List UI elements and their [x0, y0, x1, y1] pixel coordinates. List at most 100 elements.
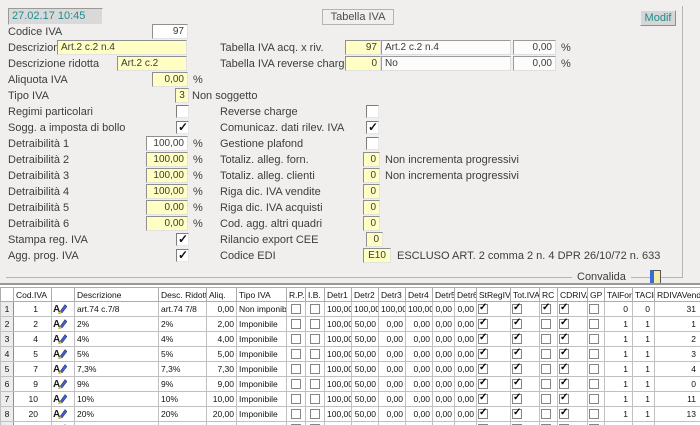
cell-talforn[interactable]: 1 — [605, 362, 633, 377]
cell-tot[interactable] — [511, 362, 540, 377]
cell-d2[interactable]: 0,00 — [379, 362, 406, 377]
tabella-rc-code-field[interactable]: 0 — [345, 56, 381, 71]
checkbox-streg[interactable] — [478, 334, 488, 344]
cell-tacli[interactable]: 1 — [633, 362, 655, 377]
cell-gp[interactable] — [588, 377, 605, 392]
comunicaz-dati-checkbox[interactable] — [366, 121, 379, 134]
checkbox-rc[interactable] — [541, 304, 551, 314]
cell-tipo[interactable]: Imponibile — [237, 362, 287, 377]
checkbox-tot[interactable] — [512, 394, 522, 404]
cell-d2[interactable]: 0,00 — [379, 347, 406, 362]
checkbox-rp[interactable] — [291, 319, 301, 329]
cell-streg[interactable] — [477, 347, 511, 362]
cell-d4[interactable] — [433, 422, 455, 425]
cell-cod[interactable]: 7 — [14, 362, 52, 377]
cell-rp[interactable] — [287, 317, 306, 332]
cell-gp[interactable] — [588, 362, 605, 377]
detraibilita-1-field[interactable]: 100,00 — [146, 136, 188, 151]
checkbox-streg[interactable] — [478, 394, 488, 404]
checkbox-rp[interactable] — [291, 379, 301, 389]
cell-rid[interactable]: 9% — [159, 377, 207, 392]
cell-tacli[interactable]: 1 — [633, 377, 655, 392]
cell-aliq[interactable]: 4,00 — [207, 332, 237, 347]
cell-rdivavend[interactable]: 1 — [655, 317, 700, 332]
cell-d2[interactable]: 0,00 — [379, 317, 406, 332]
checkbox-tot[interactable] — [512, 409, 522, 419]
stampa-reg-iva-checkbox[interactable] — [176, 233, 189, 246]
checkbox-ib[interactable] — [310, 304, 320, 314]
cell-d1[interactable]: 50,00 — [352, 332, 379, 347]
cell-ib[interactable] — [306, 377, 325, 392]
cell-cod[interactable]: 10 — [14, 392, 52, 407]
checkbox-tot[interactable] — [512, 379, 522, 389]
cell-desc[interactable]: 7,3% — [75, 362, 159, 377]
cell-tipo[interactable] — [237, 422, 287, 425]
cell-d5[interactable]: 0,00 — [455, 302, 477, 317]
checkbox-streg[interactable] — [478, 379, 488, 389]
checkbox-streg[interactable] — [478, 304, 488, 314]
cell-d0[interactable] — [325, 422, 352, 425]
checkbox-rc[interactable] — [541, 394, 551, 404]
cell-talforn[interactable]: 1 — [605, 317, 633, 332]
cell-d1[interactable]: 100,00 — [352, 302, 379, 317]
cell-cdriva[interactable] — [558, 347, 588, 362]
cell-ib[interactable] — [306, 362, 325, 377]
cell-desc[interactable] — [75, 422, 159, 425]
cell-rc[interactable] — [540, 407, 558, 422]
checkbox-cdriva[interactable] — [559, 319, 569, 329]
checkbox-gp[interactable] — [589, 334, 599, 344]
cell-rp[interactable] — [287, 347, 306, 362]
cell-d3[interactable]: 0,00 — [406, 392, 433, 407]
totaliz-clienti-field[interactable]: 0 — [363, 168, 380, 183]
cod-agg-quadri-field[interactable]: 0 — [363, 216, 380, 231]
cell-rp[interactable] — [287, 407, 306, 422]
cell-d0[interactable]: 100,00 — [325, 377, 352, 392]
checkbox-ib[interactable] — [310, 334, 320, 344]
cell-cod[interactable] — [14, 422, 52, 425]
cell-d1[interactable]: 50,00 — [352, 392, 379, 407]
cell-rdivavend[interactable] — [655, 422, 700, 425]
cell-aliq[interactable]: 20,00 — [207, 407, 237, 422]
cell-d4[interactable]: 0,00 — [433, 362, 455, 377]
edit-row-icon[interactable]: A — [52, 392, 75, 407]
cell-streg[interactable] — [477, 422, 511, 425]
cell-rp[interactable] — [287, 422, 306, 425]
checkbox-gp[interactable] — [589, 379, 599, 389]
checkbox-rc[interactable] — [541, 364, 551, 374]
cell-cod[interactable]: 1 — [14, 302, 52, 317]
checkbox-gp[interactable] — [589, 349, 599, 359]
agg-prog-iva-checkbox[interactable] — [176, 249, 189, 262]
cell-tipo[interactable]: Imponibile — [237, 377, 287, 392]
cell-d3[interactable]: 0,00 — [406, 407, 433, 422]
cell-d4[interactable]: 0,00 — [433, 317, 455, 332]
cell-desc[interactable]: art.74 c.7/8 — [75, 302, 159, 317]
cell-talforn[interactable]: 1 — [605, 392, 633, 407]
cell-ib[interactable] — [306, 347, 325, 362]
detraibilita-3-field[interactable]: 100,00 — [146, 168, 188, 183]
cell-ib[interactable] — [306, 407, 325, 422]
checkbox-streg[interactable] — [478, 349, 488, 359]
cell-cod[interactable]: 5 — [14, 347, 52, 362]
cell-d1[interactable]: 50,00 — [352, 347, 379, 362]
cell-d4[interactable]: 0,00 — [433, 407, 455, 422]
cell-rp[interactable] — [287, 332, 306, 347]
cell-tot[interactable] — [511, 317, 540, 332]
edit-row-icon[interactable]: A — [52, 407, 75, 422]
cell-d1[interactable]: 50,00 — [352, 407, 379, 422]
cell-cdriva[interactable] — [558, 392, 588, 407]
cell-gp[interactable] — [588, 407, 605, 422]
cell-d0[interactable]: 100,00 — [325, 302, 352, 317]
cell-aliq[interactable]: 5,00 — [207, 347, 237, 362]
cell-desc[interactable]: 20% — [75, 407, 159, 422]
cell-d5[interactable]: 0,00 — [455, 347, 477, 362]
totaliz-forn-field[interactable]: 0 — [363, 152, 380, 167]
cell-tacli[interactable] — [633, 422, 655, 425]
cell-tipo[interactable]: Imponibile — [237, 407, 287, 422]
checkbox-rp[interactable] — [291, 364, 301, 374]
cell-streg[interactable] — [477, 317, 511, 332]
checkbox-cdriva[interactable] — [559, 394, 569, 404]
checkbox-tot[interactable] — [512, 364, 522, 374]
cell-tot[interactable] — [511, 392, 540, 407]
convalida-book-icon[interactable] — [650, 270, 661, 284]
cell-d3[interactable] — [406, 422, 433, 425]
